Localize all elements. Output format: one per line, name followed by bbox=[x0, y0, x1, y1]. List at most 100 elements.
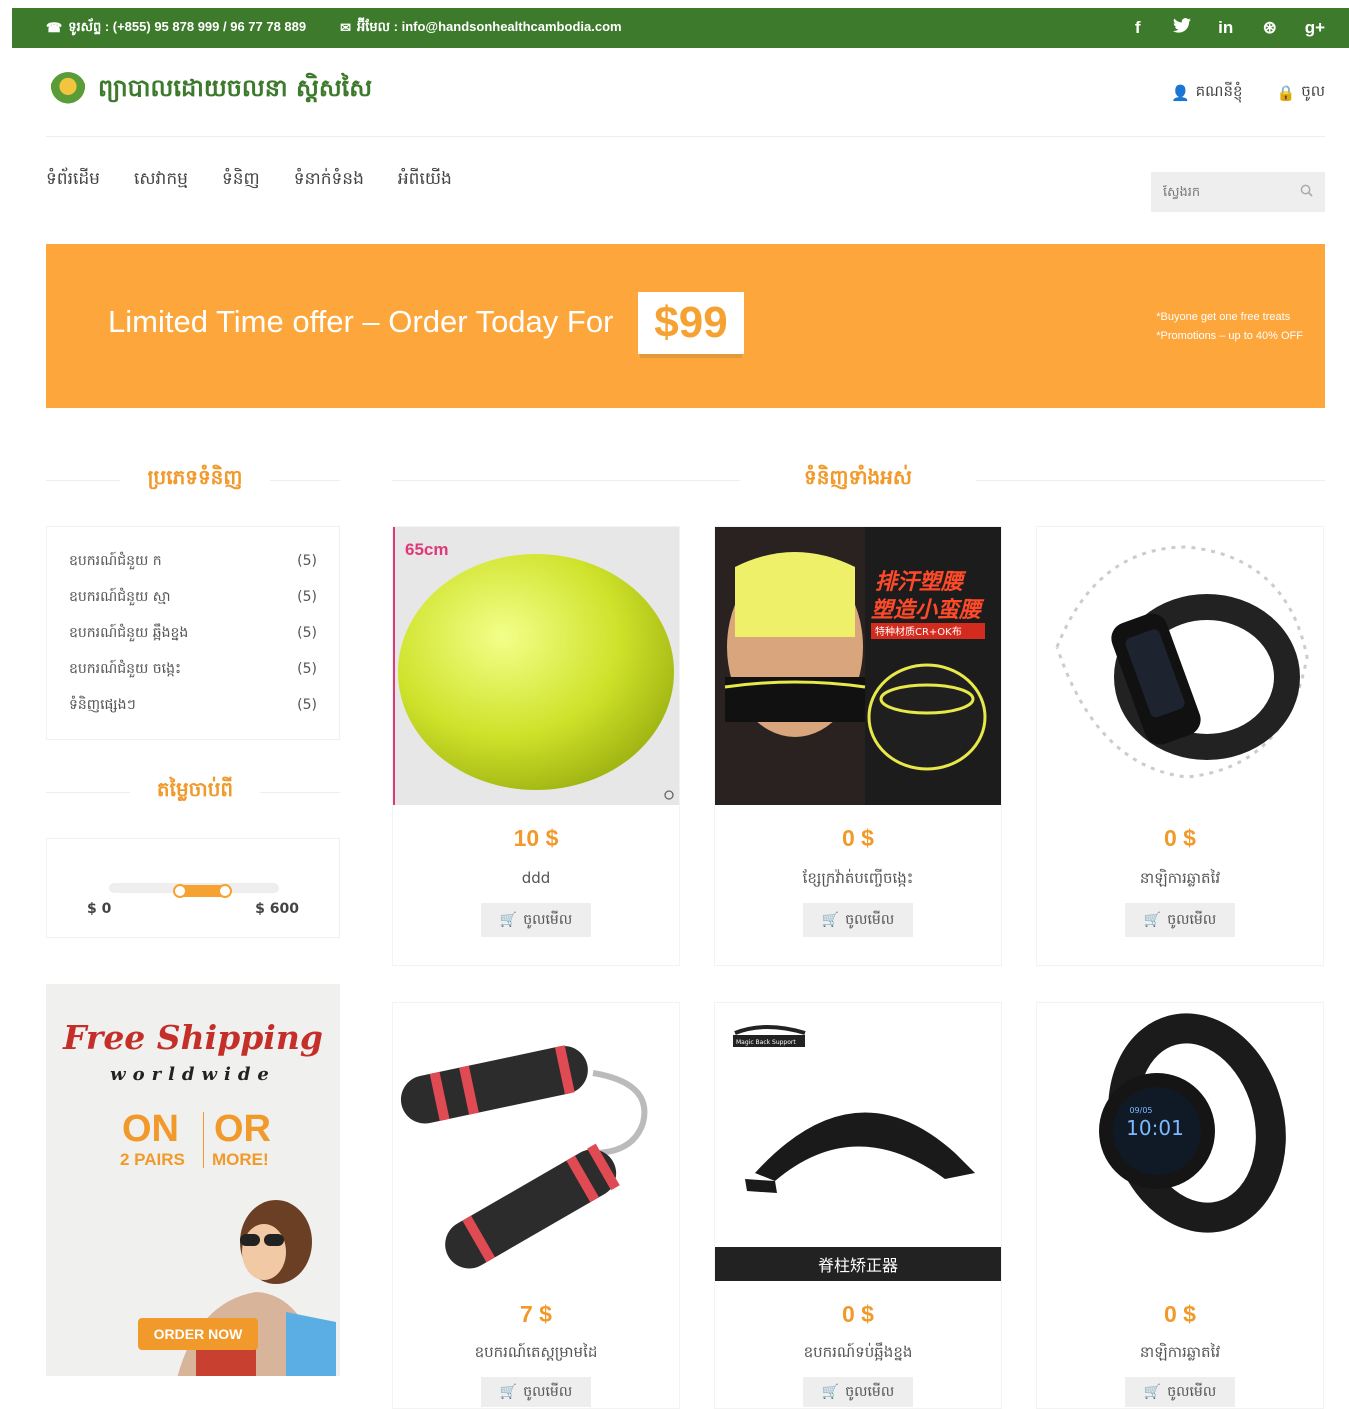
phone-icon: ☎ bbox=[46, 20, 63, 35]
order-now-button[interactable]: ORDER NOW bbox=[138, 1318, 258, 1350]
product-card[interactable]: 0 $ នាឡិការឆ្លាតវៃ 🛒 ចូលមើល bbox=[1036, 526, 1324, 966]
banner-headline: Limited Time offer – Order Today For bbox=[108, 304, 614, 339]
nav-item-products[interactable]: ទំនិញ bbox=[222, 168, 260, 193]
categories-title: ប្រភេទទំនិញ bbox=[120, 464, 270, 494]
category-name: ឧបករណ៍ជំនួយ ក bbox=[69, 552, 162, 569]
search-input[interactable] bbox=[1163, 184, 1283, 200]
category-name: ទំនិញផ្សេងៗ bbox=[69, 696, 136, 713]
product-price: 10 $ bbox=[513, 825, 559, 851]
category-count: (5) bbox=[297, 625, 317, 641]
category-item[interactable]: ឧបករណ៍ជំនួយ ស្មា (5) bbox=[69, 579, 317, 615]
cart-icon: 🛒 bbox=[821, 912, 840, 928]
back-support-brand: Magic Back Support bbox=[736, 1039, 796, 1046]
product-card[interactable]: Magic Back Support 脊柱矫正器 0 $ ឧបករណ៍ទប់ឆ្… bbox=[714, 1002, 1002, 1409]
category-item[interactable]: ឧបករណ៍ជំនួយ ក (5) bbox=[69, 543, 317, 579]
nav-item-home[interactable]: ទំព័រដើម bbox=[46, 168, 100, 193]
view-label: ចូលមើល bbox=[845, 1383, 895, 1400]
linkedin-icon[interactable]: in bbox=[1217, 18, 1235, 38]
contact-phone: ☎ ទូរស័ព្ទ : (+855) 95 878 999 / 96 77 7… bbox=[46, 19, 306, 38]
cart-icon: 🛒 bbox=[1143, 1384, 1162, 1400]
product-image[interactable]: Magic Back Support 脊柱矫正器 bbox=[715, 1003, 1001, 1281]
view-product-button[interactable]: 🛒 ចូលមើល bbox=[803, 1377, 913, 1407]
top-bar: ☎ ទូរស័ព្ទ : (+855) 95 878 999 / 96 77 7… bbox=[12, 8, 1349, 48]
ad-free-shipping: Free Shipping bbox=[63, 1018, 323, 1057]
product-price: 0 $ bbox=[842, 825, 874, 851]
product-name[interactable]: នាឡិការឆ្លាតវៃ bbox=[1037, 1343, 1323, 1365]
category-name: ឧបករណ៍ជំនួយ ចង្កេះ bbox=[69, 660, 182, 677]
view-product-button[interactable]: 🛒 ចូលមើល bbox=[1125, 1377, 1235, 1407]
twitter-icon[interactable] bbox=[1172, 18, 1191, 38]
contact-email[interactable]: ✉ អ៊ីមែល : info@handsonhealthcambodia.co… bbox=[340, 19, 621, 38]
search-box bbox=[1151, 172, 1325, 212]
category-count: (5) bbox=[297, 553, 317, 569]
login-link[interactable]: 🔒 ចូល bbox=[1277, 82, 1326, 104]
belt-text-2: 塑造小蛮腰 bbox=[871, 597, 985, 623]
price-min-label: $ 0 bbox=[87, 901, 112, 917]
envelope-icon: ✉ bbox=[340, 20, 352, 35]
view-product-button[interactable]: 🛒 ចូលមើល bbox=[803, 903, 913, 937]
product-name[interactable]: ខ្សែក្រវ៉ាត់បញ្ចើចង្កេះ bbox=[715, 869, 1001, 891]
price-max-label: $ 600 bbox=[255, 901, 299, 917]
product-card[interactable]: 排汗塑腰 塑造小蛮腰 特种材质CR+OK布 0 $ ខ្សែក្រវ៉ាត់បញ… bbox=[714, 526, 1002, 966]
product-card[interactable]: 65cm 10 $ ddd 🛒 ចូលមើល bbox=[392, 526, 680, 966]
ad-pairs: 2 PAIRS bbox=[120, 1150, 185, 1169]
product-card[interactable]: 10:01 09/05 0 $ នាឡិការឆ្លាតវៃ 🛒 ចូលមើល bbox=[1036, 1002, 1324, 1409]
price-slider-max-handle[interactable] bbox=[218, 884, 232, 898]
cart-icon: 🛒 bbox=[499, 1384, 518, 1400]
dribbble-icon[interactable]: ⊛ bbox=[1261, 18, 1279, 38]
free-shipping-ad[interactable]: Free Shipping worldwide ON OR 2 PAIRS MO… bbox=[46, 984, 340, 1376]
price-filter: $ 0 $ 600 bbox=[46, 838, 340, 938]
category-item[interactable]: ទំនិញផ្សេងៗ (5) bbox=[69, 687, 317, 723]
view-label: ចូលមើល bbox=[845, 911, 895, 928]
watch-time: 10:01 bbox=[1126, 1116, 1184, 1140]
product-image[interactable]: 排汗塑腰 塑造小蛮腰 特种材质CR+OK布 bbox=[715, 527, 1001, 805]
my-account-label: គណនីខ្ញុំ bbox=[1195, 82, 1243, 100]
google-plus-icon[interactable]: g+ bbox=[1305, 18, 1325, 38]
price-filter-title: តម្លៃចាប់ពី bbox=[130, 776, 260, 806]
ad-divider bbox=[203, 1112, 204, 1168]
watch-date: 09/05 bbox=[1129, 1106, 1152, 1115]
cart-icon: 🛒 bbox=[499, 912, 518, 928]
price-slider-min-handle[interactable] bbox=[173, 884, 187, 898]
product-image[interactable] bbox=[1037, 527, 1323, 805]
promo-line-1: *Buyone get one free treats bbox=[1156, 311, 1291, 323]
view-product-button[interactable]: 🛒 ចូលមើល bbox=[481, 903, 591, 937]
user-icon: 👤 bbox=[1170, 84, 1190, 102]
search-icon[interactable] bbox=[1300, 184, 1313, 201]
view-label: ចូលមើល bbox=[523, 1383, 573, 1400]
view-label: ចូលមើល bbox=[523, 911, 573, 928]
product-card[interactable]: 7 $ ឧបករណ៍តេស្តម្រាមដៃ 🛒 ចូលមើល bbox=[392, 1002, 680, 1409]
cart-icon: 🛒 bbox=[821, 1384, 840, 1400]
products-title: ទំនិញទាំងអស់ bbox=[740, 464, 976, 494]
my-account-link[interactable]: 👤 គណនីខ្ញុំ bbox=[1171, 82, 1243, 104]
category-count: (5) bbox=[297, 589, 317, 605]
main-nav: ទំព័រដើម សេវាកម្ម ទំនិញ ទំនាក់ទំនង អំពីយ… bbox=[46, 168, 452, 193]
site-name[interactable]: ព្យាបាលដោយចលនា ស្តិសសៃ bbox=[98, 73, 372, 108]
product-name[interactable]: នាឡិការឆ្លាតវៃ bbox=[1037, 869, 1323, 891]
view-product-button[interactable]: 🛒 ចូលមើល bbox=[1125, 903, 1235, 937]
banner-promo-text: *Buyone get one free treats *Promotions … bbox=[1156, 308, 1303, 346]
social-links: f in ⊛ g+ bbox=[1129, 8, 1325, 48]
view-product-button[interactable]: 🛒 ចូលមើល bbox=[481, 1377, 591, 1407]
category-count: (5) bbox=[297, 697, 317, 713]
facebook-icon[interactable]: f bbox=[1129, 18, 1147, 38]
nav-item-about[interactable]: អំពីយើង bbox=[398, 168, 452, 193]
product-name[interactable]: ឧបករណ៍ទប់ឆ្អឹងខ្នង bbox=[715, 1343, 1001, 1365]
product-name[interactable]: ddd bbox=[393, 869, 679, 887]
cart-icon: 🛒 bbox=[1143, 912, 1162, 928]
category-item[interactable]: ឧបករណ៍ជំនួយ ចង្កេះ (5) bbox=[69, 651, 317, 687]
banner-price: $99 bbox=[638, 292, 744, 354]
category-item[interactable]: ឧបករណ៍ជំនួយ ឆ្អឹងខ្នង (5) bbox=[69, 615, 317, 651]
product-image[interactable]: 65cm bbox=[393, 527, 679, 805]
nav-item-contact[interactable]: ទំនាក់ទំនង bbox=[294, 168, 364, 193]
email-text[interactable]: អ៊ីមែល : info@handsonhealthcambodia.com bbox=[357, 19, 622, 38]
site-logo[interactable]: ព្យាបាលដោយចលនា ស្តិសសៃ bbox=[50, 72, 372, 108]
product-image[interactable]: 10:01 09/05 bbox=[1037, 1003, 1323, 1281]
product-image[interactable] bbox=[393, 1003, 679, 1281]
header-account-links: 👤 គណនីខ្ញុំ 🔒 ចូល bbox=[1171, 82, 1325, 104]
nav-item-services[interactable]: សេវាកម្ម bbox=[134, 168, 188, 193]
product-name[interactable]: ឧបករណ៍តេស្តម្រាមដៃ bbox=[393, 1343, 679, 1365]
belt-text-3: 特种材质CR+OK布 bbox=[875, 625, 962, 638]
promo-banner[interactable]: Limited Time offer – Order Today For $99… bbox=[46, 244, 1325, 408]
ad-on: ON bbox=[122, 1108, 179, 1150]
